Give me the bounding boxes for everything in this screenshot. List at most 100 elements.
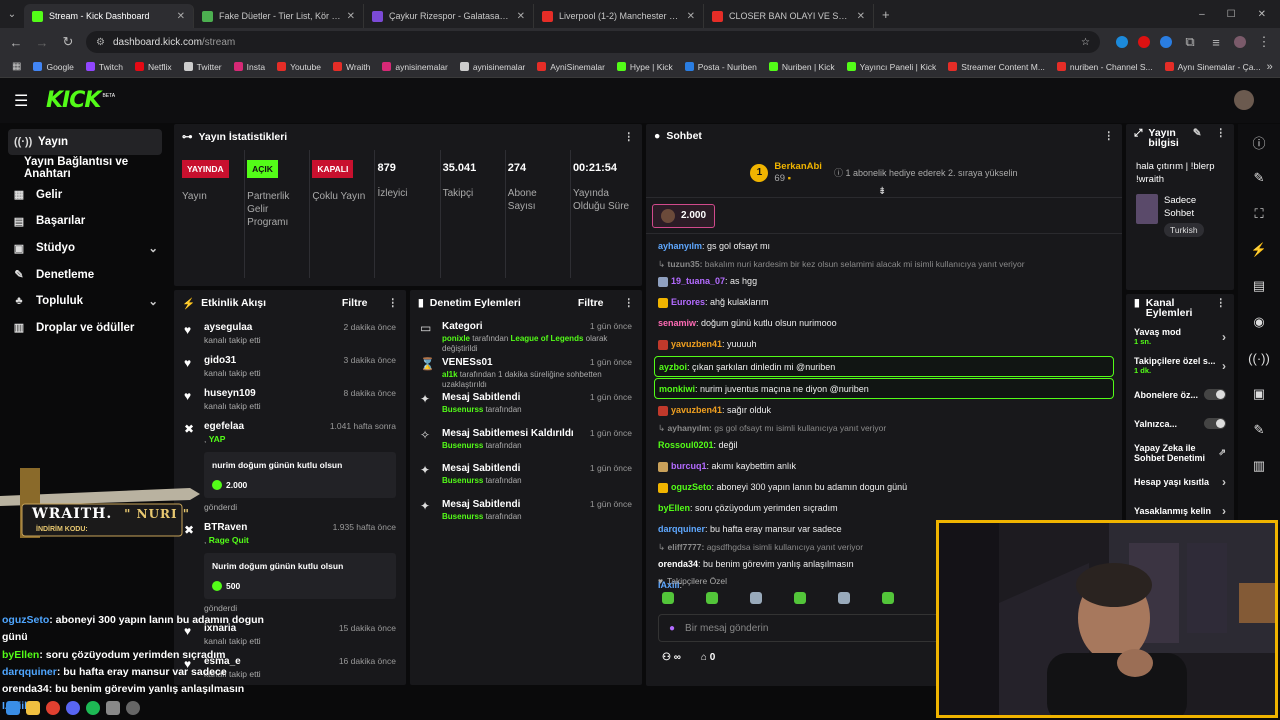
chat-username[interactable]: darqquiner bbox=[658, 524, 705, 534]
toggle-switch[interactable] bbox=[1204, 418, 1226, 429]
toggle-switch[interactable] bbox=[1204, 389, 1226, 400]
fullscreen-icon[interactable]: ⛶ bbox=[1238, 196, 1280, 232]
chat-username[interactable]: eliff7777: bbox=[667, 542, 704, 552]
moderator-name[interactable]: Busenurss bbox=[442, 405, 483, 414]
bookmark-item[interactable]: aynisinemalar bbox=[376, 62, 453, 72]
bookmark-item[interactable]: Insta bbox=[228, 62, 271, 72]
chat-username[interactable]: yavuzben41 bbox=[671, 405, 722, 415]
close-tab-icon[interactable]: ✕ bbox=[857, 11, 865, 22]
emote-icon[interactable] bbox=[882, 592, 894, 604]
pinned-gift-pill[interactable]: 2.000 bbox=[652, 203, 716, 228]
chat-username[interactable]: senamiw bbox=[658, 318, 696, 328]
activity-item[interactable]: ♥ huseyn109 8 dakika önce kanalı takip etti bbox=[174, 382, 406, 415]
activity-menu-icon[interactable]: ⋮ bbox=[388, 297, 399, 309]
moderation-item[interactable]: ▭ Kategori 1 gün önce ponixle tarafından Le… bbox=[410, 316, 642, 353]
moderator-name[interactable]: Busenurss bbox=[442, 476, 483, 485]
sidebar-item[interactable]: ▤ Başarılar bbox=[0, 208, 170, 235]
bookmark-item[interactable]: aynisinemalar bbox=[454, 62, 531, 72]
chevron-right-icon[interactable]: › bbox=[1222, 475, 1226, 489]
activity-item[interactable]: ✖ egefelaa 1.041 hafta sonra, YAP nurim doğ… bbox=[174, 415, 406, 516]
channel-actions-menu-icon[interactable]: ⋮ bbox=[1216, 298, 1227, 309]
moderator-name[interactable]: ponixle bbox=[442, 334, 470, 343]
activity-item[interactable]: ♥ aysegulaa 2 dakika önce kanalı takip etti bbox=[174, 316, 406, 349]
category-name[interactable]: Sadece Sohbet bbox=[1164, 194, 1224, 220]
moderation-item[interactable]: ✧ Mesaj Sabitlemesi Kaldırıldı 1 gün önce B… bbox=[410, 423, 642, 459]
profile-icon[interactable] bbox=[1234, 36, 1246, 48]
close-tab-icon[interactable]: ✕ bbox=[347, 11, 355, 22]
forward-icon[interactable]: → bbox=[34, 35, 50, 50]
hamburger-menu-icon[interactable]: ☰ bbox=[14, 91, 34, 111]
channel-action-item[interactable]: Hesap yaşı kısıtla › bbox=[1126, 467, 1234, 496]
chat-message[interactable]: 19_tuana_07: as hgg bbox=[646, 271, 1122, 292]
activity-username[interactable]: aysegulaa bbox=[204, 322, 252, 333]
menu-kebab-icon[interactable]: ⋮ bbox=[1256, 34, 1272, 50]
moderation-filter-button[interactable]: Filtre bbox=[578, 297, 604, 309]
chat-username[interactable]: Eurores bbox=[671, 297, 705, 307]
chat-username[interactable]: burcuq1 bbox=[671, 461, 707, 471]
chevron-right-icon[interactable]: › bbox=[1222, 330, 1226, 344]
sidebar-item[interactable]: ▥ Droplar ve ödüller bbox=[0, 315, 170, 342]
minimize-icon[interactable]: – bbox=[1199, 9, 1205, 20]
spotify-icon[interactable] bbox=[86, 700, 100, 715]
emote-icon[interactable] bbox=[750, 592, 762, 604]
bookmark-item[interactable]: Yayıncı Paneli | Kick bbox=[841, 62, 943, 72]
chevron-down-icon[interactable]: ⌄ bbox=[148, 294, 158, 308]
activity-filter-button[interactable]: Filtre bbox=[342, 297, 368, 309]
tab-search-icon[interactable]: ⌄ bbox=[0, 9, 24, 20]
site-info-icon[interactable]: ⚙ bbox=[96, 37, 105, 48]
chat-settings-icon[interactable]: ⚇ ∞ bbox=[662, 652, 681, 663]
external-link-icon[interactable]: ⇗ bbox=[1218, 447, 1226, 458]
activity-username[interactable]: huseyn109 bbox=[204, 388, 256, 399]
browser-tab[interactable]: Fake Düetler - Tier List, Kör Sıra ✕ bbox=[194, 4, 364, 28]
moderator-name[interactable]: Busenurss bbox=[442, 512, 483, 521]
moderation-item[interactable]: ✦ Mesaj Sabitlendi 1 gün önce Busenurss tar… bbox=[410, 387, 642, 423]
bookmark-item[interactable]: Posta - Nuriben bbox=[679, 62, 763, 72]
sidebar-item[interactable]: ✎ Denetleme bbox=[0, 261, 170, 288]
emote-icon[interactable] bbox=[662, 592, 674, 604]
chat-username[interactable]: byEllen bbox=[658, 503, 690, 513]
emote-icon[interactable] bbox=[706, 592, 718, 604]
chat-username[interactable]: monkiwi bbox=[659, 384, 695, 394]
channel-action-item[interactable]: Yalnızca... bbox=[1126, 409, 1234, 438]
channel-action-item[interactable]: Yapay Zeka ile Sohbet Denetimi ⇗ bbox=[1126, 438, 1234, 467]
edit-icon[interactable]: ✎ bbox=[1238, 160, 1280, 196]
chat-message[interactable]: yavuzben41: sağır olduk bbox=[646, 400, 1122, 421]
user-avatar[interactable] bbox=[1234, 90, 1254, 110]
language-tag[interactable]: Turkish bbox=[1164, 223, 1204, 237]
new-tab-button[interactable]: + bbox=[874, 7, 898, 22]
browser-tab[interactable]: CLOSER BAN OLAYI VE SONRAS ✕ bbox=[704, 4, 874, 28]
chat-reply-line[interactable]: ↳ tuzun35: bakalım nuri kardesim bir kez… bbox=[646, 257, 1122, 271]
app-icon[interactable] bbox=[106, 700, 120, 715]
activity-item[interactable]: ✖ BTRaven 1.935 hafta önce, Rage Quit Nurim… bbox=[174, 516, 406, 617]
moderator-name[interactable]: al1k bbox=[442, 370, 458, 379]
lightning-icon[interactable]: ⚡ bbox=[1238, 232, 1280, 268]
sidebar-item[interactable]: ▦ Gelir bbox=[0, 182, 170, 209]
broadcast-icon[interactable]: ((·)) bbox=[1238, 340, 1280, 376]
chevron-down-icon[interactable]: ⌄ bbox=[148, 241, 158, 255]
bookmark-item[interactable]: Twitter bbox=[178, 62, 228, 72]
extensions-puzzle-icon[interactable]: ⧉ bbox=[1182, 34, 1198, 50]
bookmark-item[interactable]: Wraith bbox=[327, 62, 376, 72]
category-thumbnail[interactable] bbox=[1136, 194, 1158, 224]
bookmark-item[interactable]: Nuriben | Kick bbox=[763, 62, 841, 72]
gift-box-icon[interactable]: ⌂ 0 bbox=[701, 652, 715, 663]
activity-username[interactable]: egefelaa bbox=[204, 421, 244, 432]
media-icon[interactable]: ≡ bbox=[1208, 35, 1224, 50]
chat-username[interactable]: ayhanyılm: bbox=[667, 423, 711, 433]
clipboard-icon[interactable]: ▤ bbox=[1238, 268, 1280, 304]
bookmark-item[interactable]: nuriben - Channel S... bbox=[1051, 62, 1159, 72]
chat-message[interactable]: burcuq1: akımı kaybettim anlık bbox=[646, 456, 1122, 477]
chat-message[interactable]: ayzboi: çıkan şarkıları dinledin mi @nur… bbox=[654, 356, 1114, 377]
bookmark-star-icon[interactable]: ☆ bbox=[1081, 37, 1090, 48]
moderation-item[interactable]: ⌛ VENESs01 1 gün önce al1k tarafından 1 dak… bbox=[410, 352, 642, 389]
bookmark-item[interactable]: Google bbox=[27, 62, 79, 72]
stats-menu-icon[interactable]: ⋮ bbox=[624, 131, 635, 143]
chrome-icon[interactable] bbox=[46, 700, 60, 715]
moderator-name[interactable]: Busenurss bbox=[442, 441, 483, 450]
extension-icon[interactable] bbox=[1138, 36, 1150, 48]
activity-item[interactable]: ♥ gido31 3 dakika önce kanalı takip etti bbox=[174, 349, 406, 382]
extension-icon[interactable] bbox=[1160, 36, 1172, 48]
collapse-arrow-icon[interactable]: ⇟ bbox=[878, 186, 886, 197]
sidebar-item[interactable]: ((·)) Yayın bbox=[8, 129, 162, 155]
obs-icon[interactable] bbox=[126, 700, 140, 715]
